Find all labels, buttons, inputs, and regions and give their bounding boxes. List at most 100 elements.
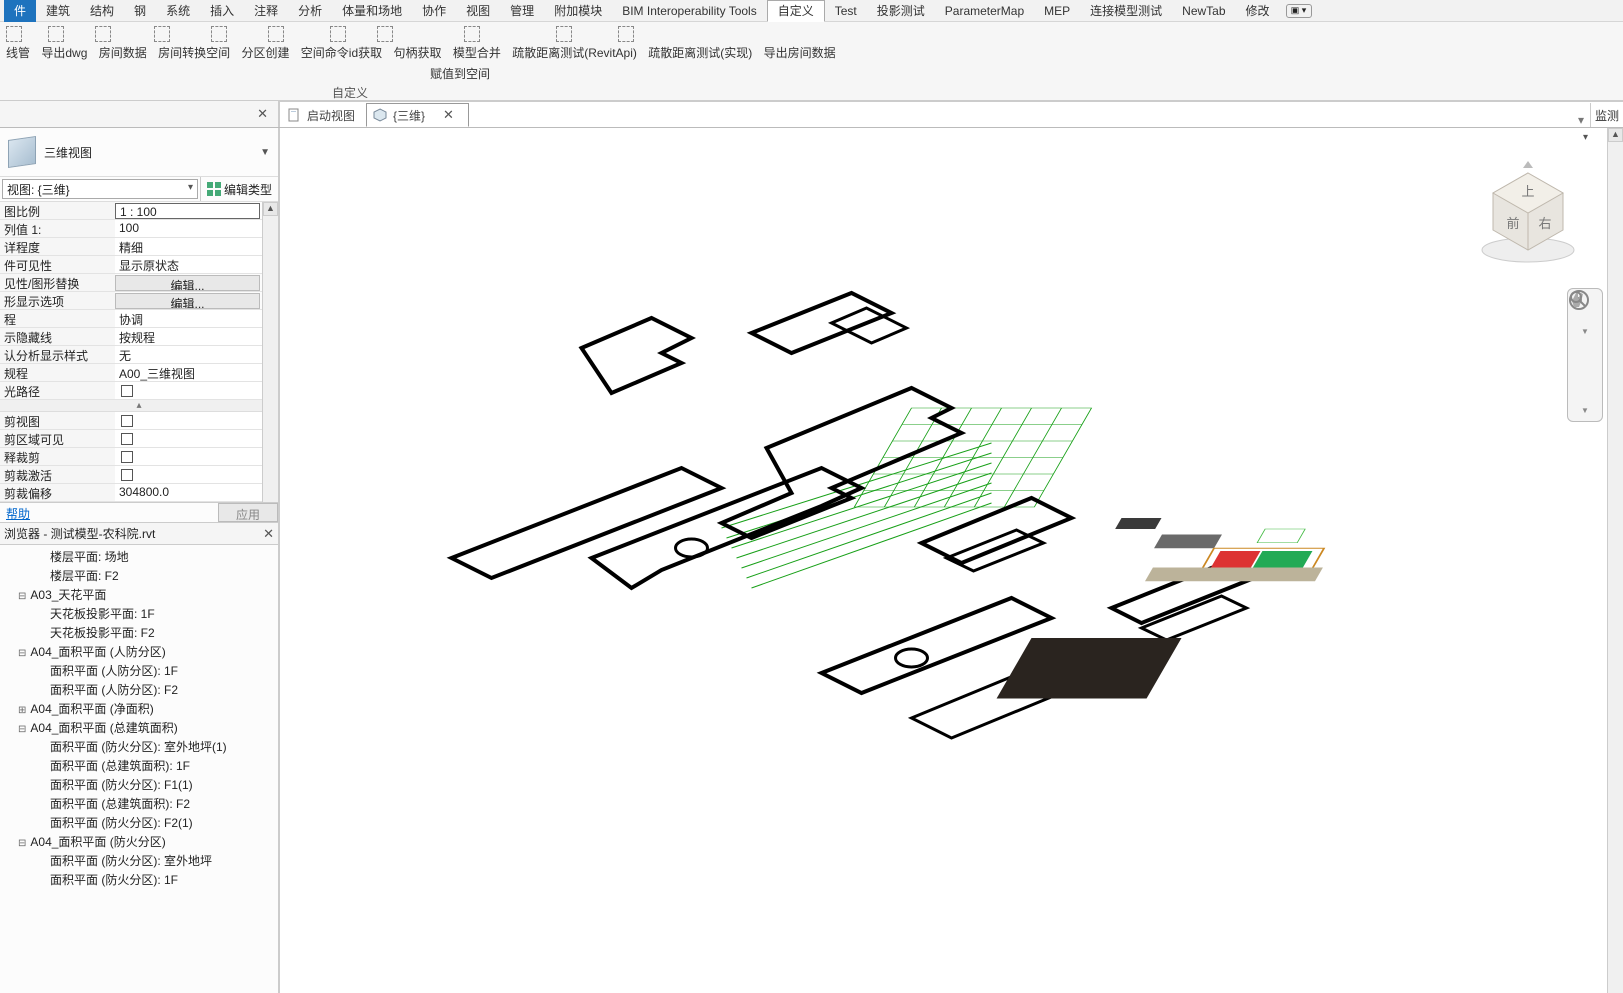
ribbon-btn-partition[interactable]: 分区创建 bbox=[241, 44, 289, 61]
checkbox[interactable] bbox=[121, 433, 133, 445]
properties-help-link[interactable]: 帮助 bbox=[0, 503, 218, 522]
tab-custom[interactable]: 自定义 bbox=[767, 0, 825, 22]
tree-branch[interactable]: A04_面积平面 (防火分区) bbox=[0, 832, 278, 851]
property-value[interactable]: 无 bbox=[115, 346, 278, 363]
overflow-dropdown[interactable]: ▣ ▾ bbox=[1286, 4, 1312, 18]
tab-test[interactable]: Test bbox=[825, 0, 867, 22]
tree-leaf[interactable]: 楼层平面: 场地 bbox=[0, 547, 278, 566]
close-icon[interactable]: ✕ bbox=[253, 106, 272, 122]
property-value[interactable]: 304800.0 bbox=[115, 484, 278, 501]
tab-parametermap[interactable]: ParameterMap bbox=[935, 0, 1034, 22]
ribbon-btn-export-rm[interactable]: 导出房间数据 bbox=[764, 44, 836, 61]
view-canvas[interactable]: ▾ ▲ bbox=[280, 128, 1623, 993]
view-options-dropdown[interactable]: ▾ bbox=[1572, 113, 1590, 127]
property-value[interactable] bbox=[115, 382, 278, 399]
property-value[interactable] bbox=[115, 412, 278, 429]
property-edit-button[interactable]: 编辑... bbox=[115, 293, 260, 309]
right-panel-toggle[interactable]: 监测 bbox=[1590, 103, 1623, 127]
tab-view[interactable]: 视图 bbox=[456, 0, 500, 22]
group-collapse-handle[interactable]: ▴ bbox=[0, 400, 278, 412]
tab-analyze[interactable]: 分析 bbox=[288, 0, 332, 22]
tree-branch[interactable]: A03_天花平面 bbox=[0, 585, 278, 604]
pan-hand-icon[interactable] bbox=[1572, 342, 1598, 368]
tree-leaf[interactable]: 面积平面 (总建筑面积): 1F bbox=[0, 756, 278, 775]
ribbon-btn-evac-impl[interactable]: 疏散距离测试(实现) bbox=[648, 44, 752, 61]
tree-leaf[interactable]: 面积平面 (人防分区): 1F bbox=[0, 661, 278, 680]
checkbox[interactable] bbox=[121, 415, 133, 427]
tree-branch[interactable]: A04_面积平面 (人防分区) bbox=[0, 642, 278, 661]
tree-leaf[interactable]: 面积平面 (防火分区): 室外地坪 bbox=[0, 851, 278, 870]
tab-newtab[interactable]: NewTab bbox=[1172, 0, 1235, 22]
ribbon-btn-assignspace[interactable]: 赋值到空间 bbox=[430, 65, 490, 82]
tab-manage[interactable]: 管理 bbox=[500, 0, 544, 22]
tab-mep[interactable]: MEP bbox=[1034, 0, 1080, 22]
tab-structure[interactable]: 结构 bbox=[80, 0, 124, 22]
ribbon-btn-lineduct[interactable]: 线管 bbox=[6, 44, 30, 61]
tree-leaf[interactable]: 面积平面 (总建筑面积): F2 bbox=[0, 794, 278, 813]
property-value[interactable]: A00_三维视图 bbox=[115, 364, 278, 381]
property-value[interactable] bbox=[115, 466, 278, 483]
tree-branch[interactable]: A04_面积平面 (净面积) bbox=[0, 699, 278, 718]
tab-steel[interactable]: 钢 bbox=[124, 0, 156, 22]
tab-annotate[interactable]: 注释 bbox=[244, 0, 288, 22]
tree-leaf[interactable]: 面积平面 (防火分区): F1(1) bbox=[0, 775, 278, 794]
tab-collaborate[interactable]: 协作 bbox=[412, 0, 456, 22]
browser-title: 浏览器 - 测试模型-农科院.rvt bbox=[4, 525, 259, 542]
checkbox[interactable] bbox=[121, 385, 133, 397]
property-value[interactable] bbox=[115, 430, 278, 447]
view-selector-combo[interactable]: 视图: {三维} bbox=[2, 179, 198, 199]
property-value[interactable]: 100 bbox=[115, 220, 278, 237]
project-browser-tree[interactable]: 楼层平面: 场地楼层平面: F2A03_天花平面天花板投影平面: 1F天花板投影… bbox=[0, 545, 278, 993]
doc-tab-start[interactable]: 启动视图 bbox=[280, 103, 366, 127]
properties-title: 三维视图 bbox=[44, 144, 92, 161]
view-cube[interactable]: 上 前 右 bbox=[1473, 158, 1583, 268]
tree-branch[interactable]: A04_面积平面 (总建筑面积) bbox=[0, 718, 278, 737]
svg-text:上: 上 bbox=[1521, 184, 1534, 199]
property-value[interactable]: 显示原状态 bbox=[115, 256, 278, 273]
tree-leaf[interactable]: 天花板投影平面: F2 bbox=[0, 623, 278, 642]
property-row: 见性/图形替换编辑... bbox=[0, 274, 278, 292]
ribbon-btn-spaceid[interactable]: 空间命令id获取 bbox=[301, 44, 382, 61]
property-value[interactable]: 精细 bbox=[115, 238, 278, 255]
doc-tab-3d[interactable]: {三维} ✕ bbox=[366, 103, 469, 127]
property-value[interactable] bbox=[115, 448, 278, 465]
zoom-icon[interactable] bbox=[1572, 374, 1598, 400]
tab-addins[interactable]: 附加模块 bbox=[544, 0, 612, 22]
scroll-up-icon[interactable]: ▲ bbox=[263, 202, 278, 216]
property-value[interactable]: 按规程 bbox=[115, 328, 278, 345]
tree-leaf[interactable]: 面积平面 (防火分区): 1F bbox=[0, 870, 278, 889]
tree-leaf[interactable]: 天花板投影平面: 1F bbox=[0, 604, 278, 623]
file-tab[interactable]: 件 bbox=[4, 0, 36, 22]
properties-type-selector[interactable]: 三维视图 ▼ bbox=[0, 128, 278, 177]
tab-projection-test[interactable]: 投影测试 bbox=[867, 0, 935, 22]
apply-button[interactable]: 应用 bbox=[218, 503, 278, 522]
ribbon-btn-merge[interactable]: 模型合并 bbox=[453, 44, 501, 61]
tree-leaf[interactable]: 面积平面 (人防分区): F2 bbox=[0, 680, 278, 699]
tab-modify[interactable]: 修改 bbox=[1236, 0, 1280, 22]
tab-system[interactable]: 系统 bbox=[156, 0, 200, 22]
property-value[interactable]: 协调 bbox=[115, 310, 278, 327]
ribbon-btn-exportdwg[interactable]: 导出dwg bbox=[41, 44, 87, 61]
properties-panel-header: ✕ bbox=[0, 101, 280, 127]
ribbon-btn-evac-api[interactable]: 疏散距离测试(RevitApi) bbox=[512, 44, 637, 61]
tab-insert[interactable]: 插入 bbox=[200, 0, 244, 22]
tree-leaf[interactable]: 面积平面 (防火分区): 室外地坪(1) bbox=[0, 737, 278, 756]
ribbon-btn-roomdata[interactable]: 房间数据 bbox=[99, 44, 147, 61]
ribbon-btn-roomtospace[interactable]: 房间转换空间 bbox=[158, 44, 230, 61]
tab-mass-site[interactable]: 体量和场地 bbox=[332, 0, 412, 22]
checkbox[interactable] bbox=[121, 469, 133, 481]
close-icon[interactable]: ✕ bbox=[439, 107, 458, 123]
tree-leaf[interactable]: 面积平面 (防火分区): F2(1) bbox=[0, 813, 278, 832]
property-edit-button[interactable]: 编辑... bbox=[115, 275, 260, 291]
tree-leaf[interactable]: 楼层平面: F2 bbox=[0, 566, 278, 585]
tab-link-test[interactable]: 连接模型测试 bbox=[1080, 0, 1172, 22]
property-label: 释裁剪 bbox=[0, 448, 115, 465]
ribbon-btn-hgrab[interactable]: 句柄获取 bbox=[393, 44, 441, 61]
property-value[interactable]: 1 : 100 bbox=[115, 203, 260, 219]
edit-type-button[interactable]: 编辑类型 bbox=[200, 177, 278, 201]
property-label: 程 bbox=[0, 310, 115, 327]
close-icon[interactable]: ✕ bbox=[259, 526, 278, 542]
tab-architecture[interactable]: 建筑 bbox=[36, 0, 80, 22]
tab-bim-interop[interactable]: BIM Interoperability Tools bbox=[612, 0, 767, 22]
checkbox[interactable] bbox=[121, 451, 133, 463]
